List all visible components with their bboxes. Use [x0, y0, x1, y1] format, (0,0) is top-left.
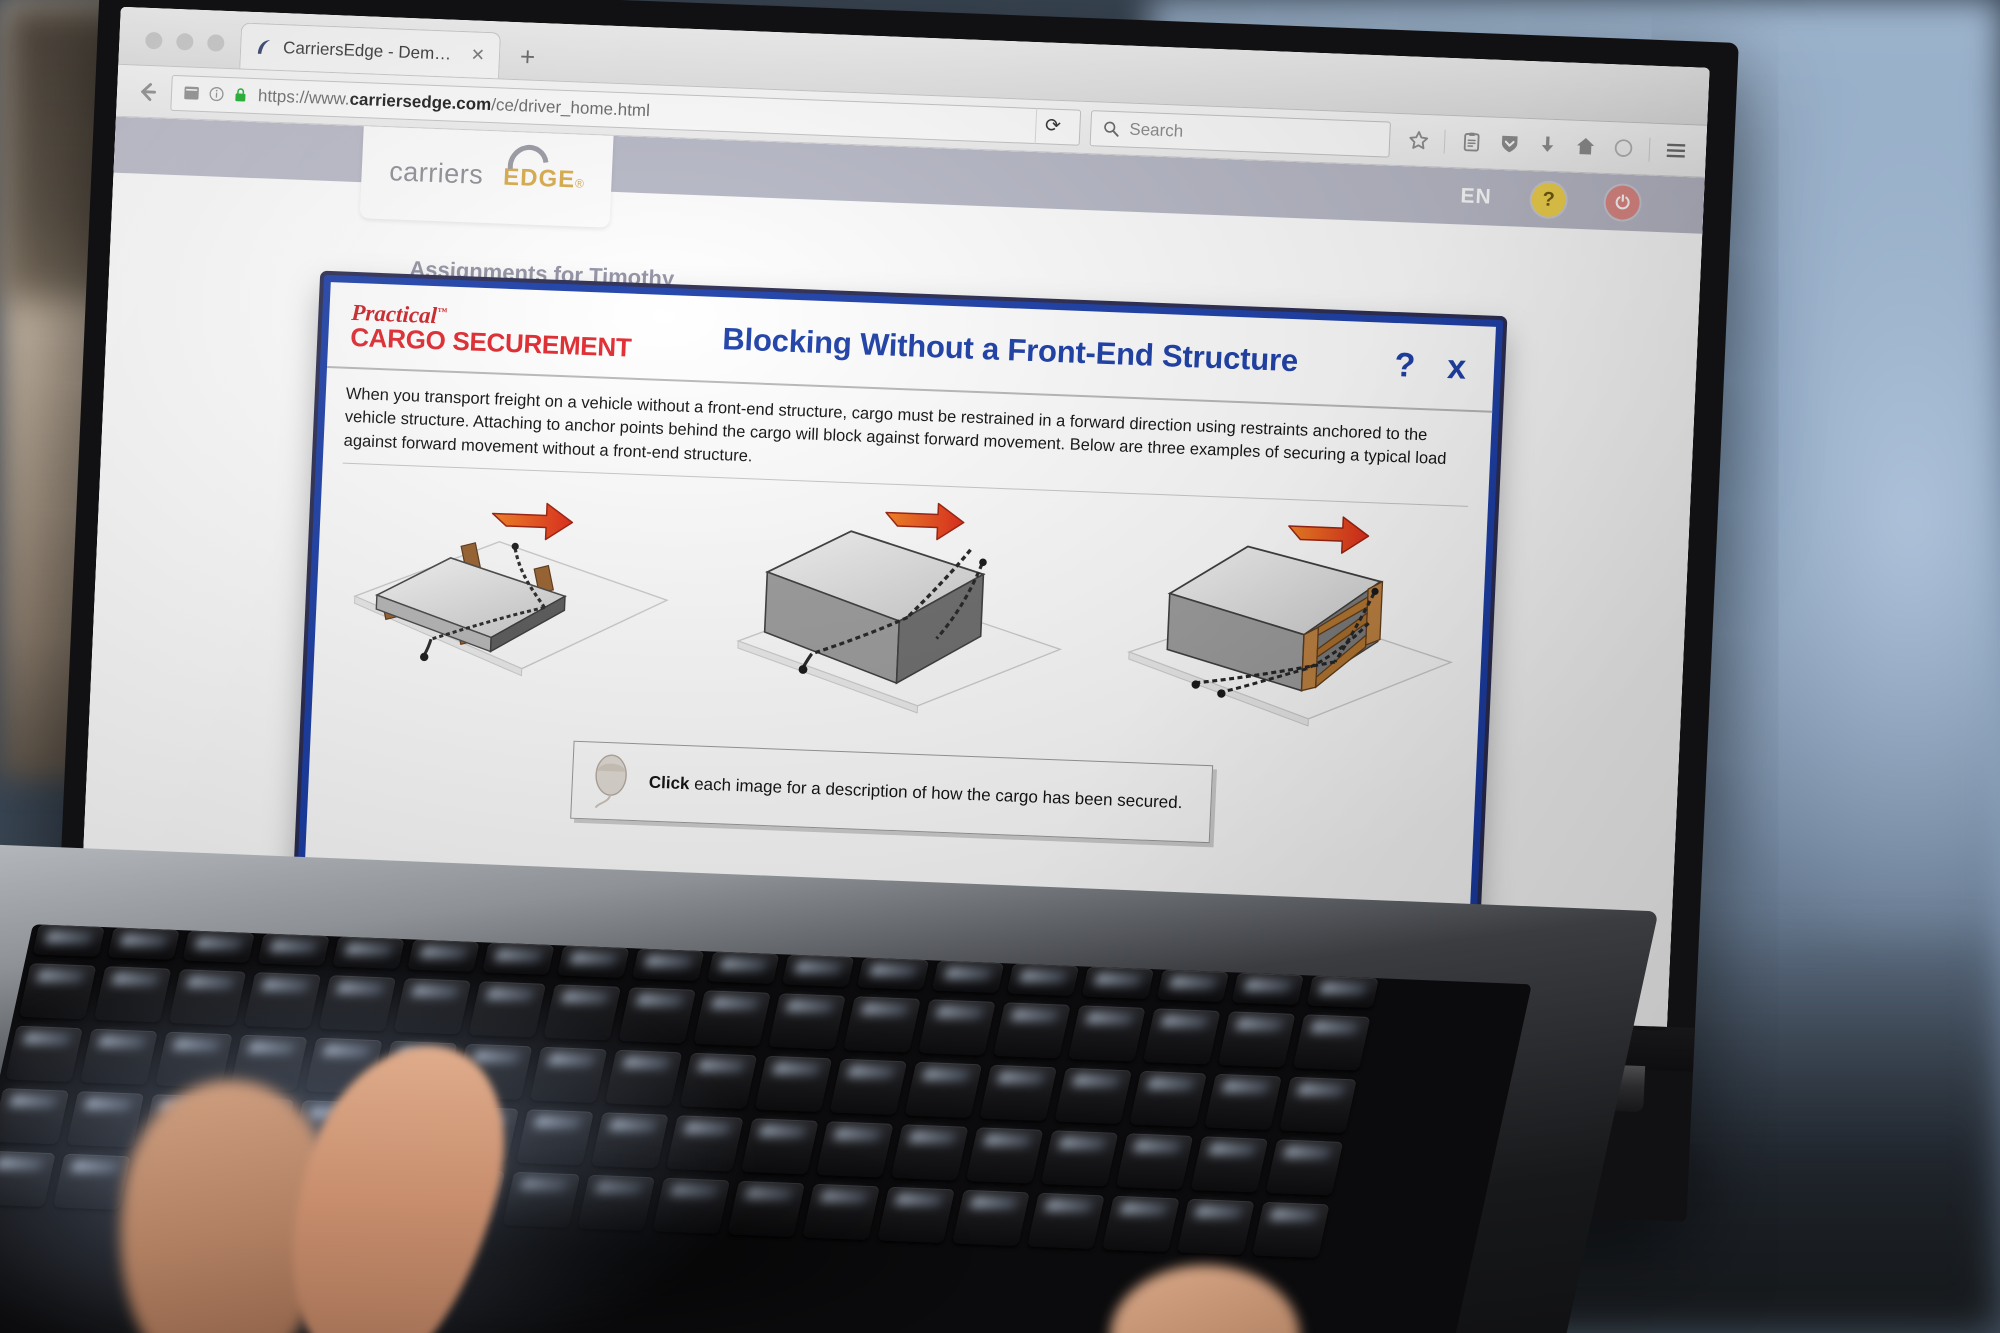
key[interactable] [768, 993, 846, 1050]
key[interactable] [931, 960, 1005, 993]
carriersedge-logo: carriers EDGE ® [388, 136, 585, 194]
reading-list-icon[interactable] [1454, 126, 1487, 159]
search-bar[interactable]: Search [1089, 109, 1391, 158]
key[interactable] [1156, 969, 1230, 1003]
key[interactable] [1204, 1073, 1282, 1131]
home-icon[interactable] [1568, 130, 1601, 163]
star-icon[interactable] [1401, 124, 1434, 157]
lock-icon [235, 88, 246, 102]
browser-tab[interactable]: CarriersEdge - Demo Carri... ✕ [239, 22, 502, 79]
key[interactable] [693, 990, 771, 1047]
help-button[interactable]: ? [1530, 182, 1567, 218]
practical-cargo-securement-logo: Practical™ CARGO SECUREMENT [350, 299, 633, 362]
menu-hamburger-icon[interactable] [1659, 134, 1692, 167]
key[interactable] [829, 1058, 908, 1115]
key[interactable] [679, 1052, 758, 1109]
key[interactable] [706, 951, 780, 984]
key[interactable] [918, 999, 996, 1056]
module-figures [332, 476, 1467, 749]
browser-toolbar-icons [1389, 123, 1692, 167]
site-info-page-icon [184, 86, 199, 100]
url-text: https://www.carriersedge.com/ce/driver_h… [257, 85, 651, 120]
module-close-button[interactable]: x [1440, 347, 1473, 387]
reload-button[interactable]: ⟳ [1034, 107, 1071, 145]
search-input[interactable]: Search [1129, 119, 1184, 141]
figure-flat-slab-on-dunnage-with-chain[interactable] [332, 476, 682, 719]
key[interactable] [754, 1055, 833, 1112]
key[interactable] [1040, 1130, 1119, 1187]
key[interactable] [781, 954, 855, 987]
key[interactable] [632, 948, 705, 981]
key[interactable] [904, 1061, 983, 1118]
pocket-shield-icon[interactable] [1492, 127, 1525, 160]
key[interactable] [1054, 1067, 1133, 1125]
browser-tab-title: CarriersEdge - Demo Carri... [282, 37, 460, 65]
key[interactable] [993, 1002, 1071, 1059]
logout-power-button[interactable]: ⏻ [1604, 184, 1641, 221]
logo-registered-mark: ® [574, 175, 585, 191]
toolbar-divider [1648, 137, 1651, 162]
key[interactable] [1006, 963, 1080, 996]
toolbar-divider [1443, 129, 1446, 154]
key[interactable] [1306, 975, 1379, 1009]
window-close-button[interactable] [144, 31, 163, 50]
carriersedge-swoosh-icon [252, 35, 275, 58]
language-selector[interactable]: EN [1460, 184, 1492, 209]
window-controls[interactable] [138, 31, 240, 69]
key[interactable] [1292, 1014, 1371, 1071]
key[interactable] [618, 987, 697, 1044]
laptop: CarriersEdge - Demo Carri... ✕ + https:/… [0, 0, 2000, 1333]
click-hint-box: Click each image for a description of ho… [570, 740, 1214, 844]
download-icon[interactable] [1530, 129, 1563, 162]
module-help-button[interactable]: ? [1388, 345, 1422, 385]
hint-rest-text: each image for a description of how the … [689, 774, 1183, 813]
figure-gray-block-with-wood-bracing-and-two-chains[interactable] [1117, 506, 1467, 749]
key[interactable] [1115, 1133, 1194, 1190]
key[interactable] [1217, 1011, 1296, 1068]
module-title: Blocking Without a Front-End Structure [721, 321, 1299, 379]
window-minimize-button[interactable] [175, 32, 194, 51]
key[interactable] [843, 996, 921, 1053]
info-circle-icon [209, 87, 224, 102]
hint-bold-word: Click [648, 772, 690, 794]
key[interactable] [1068, 1005, 1146, 1062]
back-button[interactable] [130, 74, 165, 109]
window-maximize-button[interactable] [206, 34, 225, 52]
key[interactable] [856, 957, 930, 990]
site-identity[interactable] [182, 83, 250, 105]
logo-carriers-text: carriers [388, 155, 484, 190]
tab-close-icon[interactable]: ✕ [467, 45, 488, 66]
key[interactable] [1177, 1198, 1255, 1256]
key[interactable] [1251, 1201, 1330, 1259]
computer-mouse-icon [594, 754, 627, 809]
key[interactable] [965, 1127, 1044, 1184]
key[interactable] [1190, 1136, 1269, 1193]
click-hint-text: Click each image for a description of ho… [648, 773, 1182, 813]
key[interactable] [1081, 966, 1155, 999]
site-logo[interactable]: carriers EDGE ® [359, 122, 614, 228]
key[interactable] [1102, 1195, 1180, 1253]
key[interactable] [1129, 1070, 1207, 1128]
key[interactable] [952, 1189, 1030, 1247]
key[interactable] [979, 1064, 1058, 1121]
key[interactable] [604, 1049, 683, 1106]
key[interactable] [1142, 1008, 1221, 1065]
figure-gray-block-with-chain-over-top[interactable] [725, 491, 1075, 734]
search-icon [1104, 121, 1119, 137]
key[interactable] [1265, 1139, 1344, 1196]
sync-circle-icon[interactable] [1606, 131, 1639, 164]
new-tab-button[interactable]: + [499, 41, 556, 80]
key[interactable] [1279, 1076, 1357, 1134]
key[interactable] [1231, 972, 1304, 1006]
key[interactable] [1027, 1192, 1105, 1250]
